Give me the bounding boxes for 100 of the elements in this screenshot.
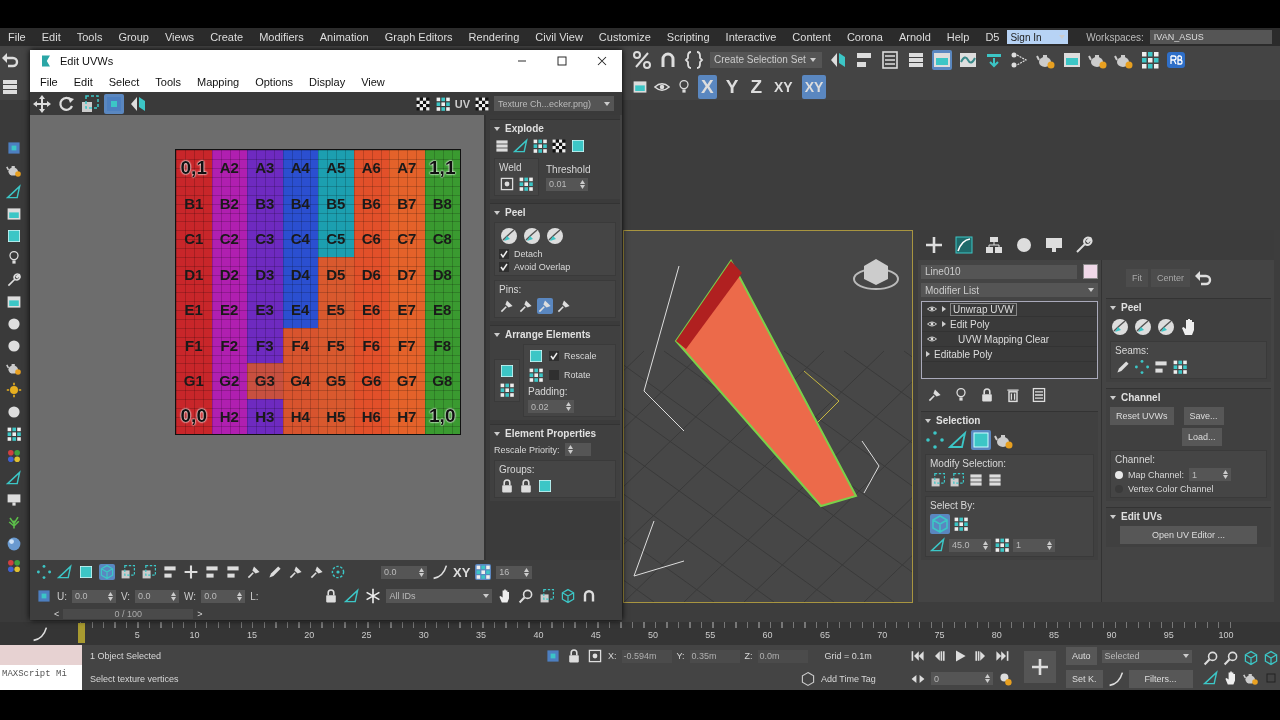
rollout-title[interactable]: Selection — [936, 415, 981, 426]
spinner-field[interactable]: 1 — [1189, 468, 1232, 481]
menu-item[interactable]: Rendering — [460, 31, 528, 43]
coordinate-field[interactable]: 0.35m — [689, 649, 740, 663]
rollout-title[interactable]: Element Properties — [505, 428, 597, 439]
priority-spinner[interactable] — [564, 443, 591, 456]
balls-icon[interactable] — [6, 448, 22, 464]
key-filter-dropdown[interactable]: Selected — [1101, 649, 1192, 663]
lock-icon[interactable] — [979, 387, 995, 403]
plant-icon[interactable] — [6, 514, 22, 530]
sun-icon[interactable] — [6, 382, 22, 398]
collapse-arrow-icon[interactable] — [494, 332, 500, 337]
scale-icon[interactable] — [539, 588, 556, 604]
pin-icon[interactable] — [246, 564, 262, 580]
balls-icon[interactable] — [6, 558, 22, 574]
pencil-icon[interactable] — [1115, 359, 1131, 375]
peel-sphere-icon[interactable] — [545, 226, 565, 246]
cube-icon[interactable] — [1262, 649, 1279, 666]
face-select-icon[interactable] — [78, 564, 94, 580]
move-icon[interactable] — [32, 93, 52, 114]
menu-item[interactable]: Customize — [590, 31, 659, 43]
modifier-item[interactable]: Editable Poly — [934, 348, 993, 360]
pin-icon[interactable] — [288, 564, 304, 580]
percent-icon[interactable] — [632, 49, 652, 70]
dropdown-arrow-icon[interactable] — [1088, 288, 1094, 292]
menu-item[interactable]: Options — [247, 76, 302, 88]
panel-icon[interactable] — [932, 49, 952, 70]
menu-item[interactable]: Corona — [838, 31, 891, 43]
collapse-arrow-icon[interactable] — [1110, 514, 1116, 519]
peel-sphere-icon[interactable] — [1110, 317, 1130, 337]
coordinate-field[interactable]: -0.594m — [621, 649, 672, 663]
load-button[interactable]: Load... — [1182, 428, 1222, 446]
edge-select-icon[interactable] — [513, 138, 529, 154]
collapse-arrow-icon[interactable] — [1110, 305, 1116, 310]
spinner-field[interactable]: 0.02 — [528, 400, 574, 413]
filters-button[interactable]: Filters... — [1128, 669, 1193, 688]
plus-icon[interactable] — [183, 564, 199, 580]
object-name-field[interactable]: Line010 — [921, 264, 1077, 279]
scale-icon[interactable] — [930, 472, 946, 488]
hierarchy-icon[interactable] — [984, 235, 1004, 255]
menu-item[interactable]: Arnold — [890, 31, 939, 43]
workspace-dropdown[interactable]: IVAN_ASUS — [1149, 30, 1272, 44]
eye-icon[interactable] — [926, 334, 938, 344]
menu-item[interactable]: Content — [784, 31, 839, 43]
time-slider-thumb[interactable] — [78, 623, 85, 643]
grid-icon[interactable] — [1140, 49, 1160, 70]
peel-sphere-icon[interactable] — [499, 226, 519, 246]
axis-constraint-button[interactable]: Z — [747, 74, 765, 99]
checker-icon[interactable] — [474, 95, 490, 112]
eye-icon[interactable] — [926, 319, 938, 329]
eye-icon[interactable] — [926, 304, 938, 314]
menu-item[interactable]: Modifiers — [251, 31, 312, 43]
menu-item[interactable]: Interactive — [717, 31, 785, 43]
save-button[interactable]: Save... — [1183, 407, 1224, 425]
spinner-arrows-icon[interactable] — [171, 591, 177, 601]
spinner-field[interactable]: 16 — [496, 565, 533, 579]
face-select-icon[interactable] — [499, 363, 515, 379]
cube-icon[interactable] — [560, 588, 577, 604]
menu-item[interactable]: File — [0, 31, 34, 43]
pencil-icon[interactable] — [267, 564, 283, 580]
layers-icon[interactable] — [494, 138, 510, 154]
grid-icon[interactable] — [1172, 359, 1188, 375]
spinner-arrows-icon[interactable] — [108, 591, 113, 601]
align-icon[interactable] — [162, 564, 178, 580]
frame-spinner[interactable]: 0 — [931, 672, 993, 686]
spinner-arrows-icon[interactable] — [419, 567, 424, 577]
collapse-arrow-icon[interactable] — [925, 418, 931, 423]
bulb-icon[interactable] — [6, 250, 22, 266]
dropdown-arrow-icon[interactable] — [604, 101, 610, 106]
align-icon[interactable] — [1153, 359, 1169, 375]
grid-icon[interactable] — [532, 138, 548, 154]
grid-icon[interactable] — [434, 95, 451, 112]
rollout-title[interactable]: Peel — [505, 207, 526, 218]
color-swatch[interactable] — [1083, 264, 1098, 279]
curve-icon[interactable] — [432, 564, 448, 580]
edge-select-icon[interactable] — [6, 470, 22, 486]
snow-icon[interactable] — [365, 588, 382, 604]
selection-set-dropdown[interactable]: Create Selection Set — [710, 51, 822, 68]
axis-constraint-button[interactable]: XY — [771, 74, 796, 99]
edge-select-icon[interactable] — [344, 588, 361, 604]
disc-icon[interactable] — [1014, 235, 1034, 255]
menu-item[interactable]: Help — [938, 31, 978, 43]
layers-icon[interactable] — [987, 472, 1003, 488]
menu-item[interactable]: Tools — [147, 76, 189, 88]
search-icon[interactable] — [1202, 649, 1219, 666]
cube-icon[interactable] — [1242, 649, 1259, 666]
lock-icon[interactable] — [566, 648, 582, 665]
face-select-icon[interactable] — [6, 228, 22, 244]
trash-icon[interactable] — [1005, 387, 1021, 403]
axis-constraint-button[interactable]: Y — [722, 74, 742, 99]
spinner-field[interactable]: 0.0 — [72, 589, 116, 603]
checker-icon[interactable] — [551, 138, 567, 154]
lock-icon[interactable] — [518, 478, 534, 494]
spinner-field[interactable]: 1 — [1013, 538, 1055, 552]
add-key-button[interactable] — [1024, 651, 1056, 683]
grid-icon[interactable] — [475, 564, 492, 580]
texture-dropdown[interactable]: Texture Ch...ecker.png) — [494, 96, 614, 111]
spinner-field[interactable]: 45.0 — [949, 538, 991, 552]
menu-item[interactable]: Create — [202, 31, 252, 43]
braces-icon[interactable] — [684, 49, 704, 70]
